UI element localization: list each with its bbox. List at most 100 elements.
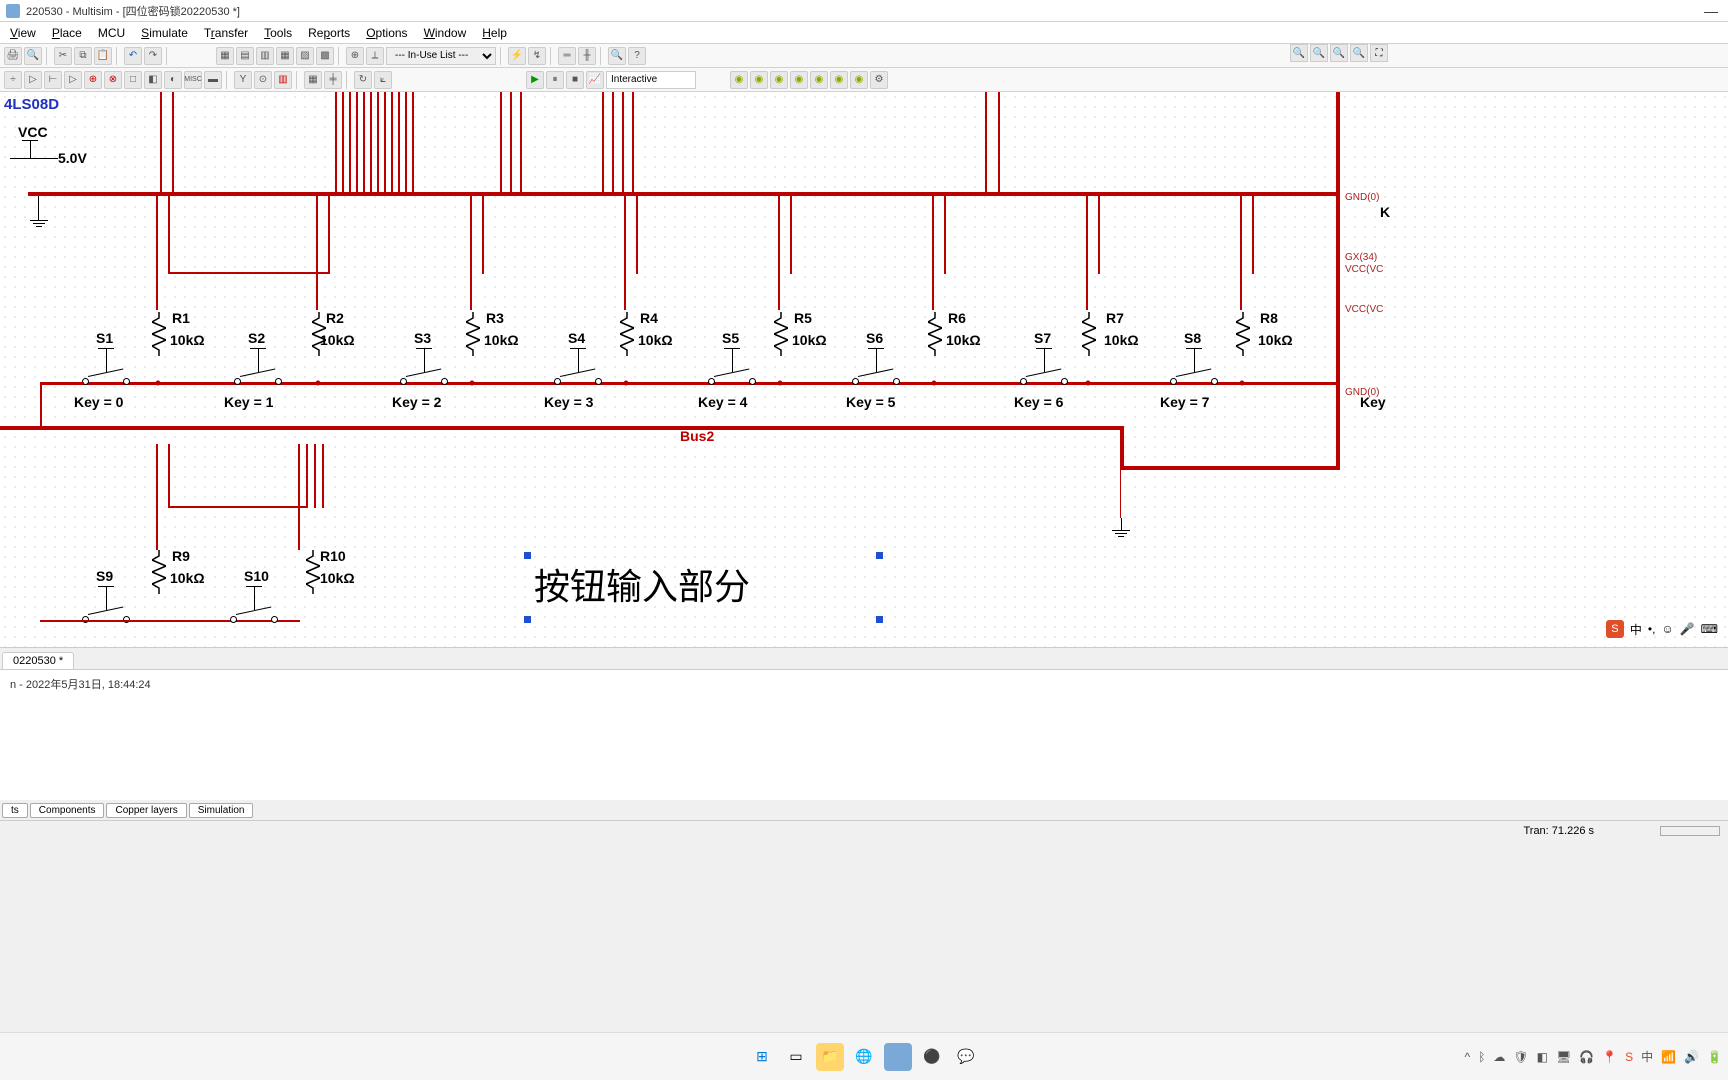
battery-icon[interactable]: 🔋 [1707, 1050, 1722, 1064]
cut-button[interactable]: ✂ [54, 47, 72, 65]
system-tray[interactable]: ^ ᛒ ☁ 🛡 ◧ 🖥 🎧 📍 S 中 📶 🔊 🔋 [1465, 1048, 1722, 1065]
onedrive-icon[interactable]: ☁ [1493, 1050, 1505, 1064]
file-tab[interactable]: 0220530 * [2, 652, 74, 669]
instr-2[interactable]: ◉ [750, 71, 768, 89]
instr-1[interactable]: ◉ [730, 71, 748, 89]
resistor-r4[interactable] [620, 312, 634, 356]
resistor-r6[interactable] [928, 312, 942, 356]
instr-7[interactable]: ◉ [850, 71, 868, 89]
resistor-r10[interactable] [306, 550, 320, 594]
comp-mcu-button[interactable]: ▥ [274, 71, 292, 89]
switch-s8[interactable] [1170, 370, 1218, 390]
tray-app-icon[interactable]: ◧ [1537, 1050, 1548, 1064]
switch-s7[interactable] [1020, 370, 1068, 390]
hier-button[interactable]: ▦ [304, 71, 322, 89]
tab-copper[interactable]: Copper layers [106, 803, 186, 818]
selection-handle[interactable] [876, 552, 883, 559]
sheet5-button[interactable]: ▩ [316, 47, 334, 65]
place-component-button[interactable]: ⊕ [346, 47, 364, 65]
ime-lang[interactable]: 中 [1630, 621, 1642, 638]
instr-settings[interactable]: ⚙ [870, 71, 888, 89]
place-net-button[interactable]: ⟂ [366, 47, 384, 65]
copy-button[interactable]: ⧉ [74, 47, 92, 65]
zoom-fit-button[interactable]: 🔍 [1330, 44, 1348, 62]
minimize-button[interactable]: — [1700, 3, 1722, 19]
find-button[interactable]: 🔍 [608, 47, 626, 65]
stop-button[interactable]: ■ [566, 71, 584, 89]
print-button[interactable]: 🖨 [4, 47, 22, 65]
pause-button[interactable]: ⏸ [546, 71, 564, 89]
menu-window[interactable]: Window [418, 24, 473, 42]
menu-help[interactable]: Help [476, 24, 513, 42]
volume-icon[interactable]: 🔊 [1684, 1050, 1699, 1064]
instr-3[interactable]: ◉ [770, 71, 788, 89]
flip-button[interactable]: ⟀ [374, 71, 392, 89]
comp-cmos-button[interactable]: ⊗ [104, 71, 122, 89]
chrome-icon[interactable]: 🌐 [850, 1043, 878, 1071]
print-preview-button[interactable]: 🔍 [24, 47, 42, 65]
multisim-icon[interactable] [884, 1043, 912, 1071]
sogou-icon[interactable]: S [1606, 620, 1624, 638]
sheet2-button[interactable]: ▥ [256, 47, 274, 65]
menu-transfer[interactable]: Transfer [198, 24, 254, 42]
obs-icon[interactable]: ⚫ [918, 1043, 946, 1071]
grid-button[interactable]: ▦ [216, 47, 234, 65]
comp-rf-button[interactable]: ▬ [204, 71, 222, 89]
menu-options[interactable]: Options [360, 24, 413, 42]
tab-components[interactable]: Components [30, 803, 105, 818]
menu-reports[interactable]: Reports [302, 24, 356, 42]
bus-button[interactable]: ╪ [324, 71, 342, 89]
menu-place[interactable]: Place [46, 24, 88, 42]
start-button[interactable]: ⊞ [748, 1043, 776, 1071]
comp-misc-button[interactable]: □ [124, 71, 142, 89]
probe2-button[interactable]: ↯ [528, 47, 546, 65]
selection-handle[interactable] [524, 616, 531, 623]
comp-analog-button[interactable]: ▷ [64, 71, 82, 89]
comp-transistor-button[interactable]: ⊢ [44, 71, 62, 89]
ime-tray[interactable]: S 中 •, ☺ 🎤 ⌨ [1606, 620, 1718, 638]
display-icon[interactable]: 🖥 [1556, 1050, 1571, 1064]
inuse-combo[interactable]: --- In-Use List --- [386, 47, 496, 65]
rotate-button[interactable]: ↻ [354, 71, 372, 89]
instr-6[interactable]: ◉ [830, 71, 848, 89]
ime-mic-icon[interactable]: 🎤 [1680, 622, 1695, 636]
run-button[interactable]: ▶ [526, 71, 544, 89]
switch-s5[interactable] [708, 370, 756, 390]
sim-mode-combo[interactable] [606, 71, 696, 89]
annotation-text[interactable]: 按钮输入部分 [534, 558, 750, 610]
windows-taskbar[interactable]: ⊞ ▭ 📁 🌐 ⚫ 💬 ^ ᛒ ☁ 🛡 ◧ 🖥 🎧 📍 S 中 📶 🔊 🔋 [0, 1032, 1728, 1080]
menu-simulate[interactable]: Simulate [135, 24, 194, 42]
switch-s9[interactable] [82, 608, 130, 628]
resistor-r3[interactable] [466, 312, 480, 356]
interactive-icon[interactable]: 📈 [586, 71, 604, 89]
sheet4-button[interactable]: ▨ [296, 47, 314, 65]
ime-emoji-icon[interactable]: ☺ [1661, 622, 1673, 636]
schematic-canvas[interactable]: 4LS08D VCC 5.0V Bus2 GND(0) K GX(34) VCC… [0, 92, 1728, 648]
comp-ttl-button[interactable]: ⊕ [84, 71, 102, 89]
switch-s10[interactable] [230, 608, 278, 628]
menu-mcu[interactable]: MCU [92, 24, 131, 42]
measure-button[interactable]: ═ [558, 47, 576, 65]
resistor-r9[interactable] [152, 550, 166, 594]
switch-s3[interactable] [400, 370, 448, 390]
explorer-icon[interactable]: 📁 [816, 1043, 844, 1071]
resistor-r1[interactable] [152, 312, 166, 356]
switch-s2[interactable] [234, 370, 282, 390]
probe-button[interactable]: ⚡ [508, 47, 526, 65]
wechat-icon[interactable]: 💬 [952, 1043, 980, 1071]
sheet3-button[interactable]: ▦ [276, 47, 294, 65]
sogou-tray-icon[interactable]: S [1625, 1050, 1633, 1064]
location-icon[interactable]: 📍 [1602, 1050, 1617, 1064]
resistor-r5[interactable] [774, 312, 788, 356]
measure2-button[interactable]: ╫ [578, 47, 596, 65]
lang-indicator[interactable]: 中 [1641, 1048, 1653, 1065]
comp-basic-button[interactable]: ÷ [4, 71, 22, 89]
network-icon[interactable]: 📶 [1661, 1050, 1676, 1064]
tab-simulation[interactable]: Simulation [189, 803, 254, 818]
sheet-button[interactable]: ▤ [236, 47, 254, 65]
ime-kb-icon[interactable]: ⌨ [1701, 622, 1718, 636]
selection-handle[interactable] [876, 616, 883, 623]
comp-ind-button[interactable]: ◐ [164, 71, 182, 89]
help-button[interactable]: ? [628, 47, 646, 65]
headphones-icon[interactable]: 🎧 [1579, 1050, 1594, 1064]
